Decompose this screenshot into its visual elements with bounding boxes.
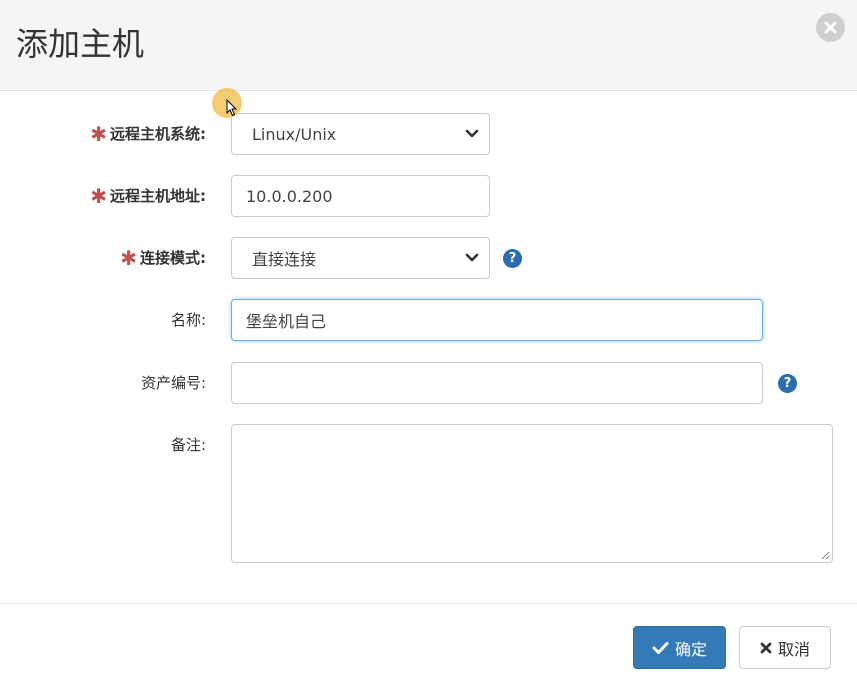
cancel-button-label: 取消	[777, 639, 810, 659]
resize-grip-icon[interactable]	[820, 550, 830, 560]
dialog-header: 添加主机	[0, 0, 857, 91]
connect-mode-select[interactable]: 直接连接	[231, 237, 490, 279]
name-label: 名称:	[170, 311, 206, 329]
asset-no-help-icon[interactable]: ?	[778, 374, 797, 393]
chevron-down-icon	[465, 253, 479, 262]
remark-label: 备注:	[170, 436, 206, 454]
close-icon	[824, 21, 837, 34]
required-mark: ✱	[90, 122, 107, 146]
required-mark: ✱	[120, 246, 137, 270]
asset-no-input[interactable]	[231, 362, 763, 404]
address-input-value: 10.0.0.200	[246, 186, 333, 206]
confirm-button-label: 确定	[674, 639, 707, 659]
os-label: ✱ 远程主机系统:	[90, 122, 206, 146]
os-select[interactable]: Linux/Unix	[231, 113, 490, 155]
connect-mode-help-icon[interactable]: ?	[503, 249, 522, 268]
cancel-button[interactable]: 取消	[739, 626, 831, 669]
name-input-value: 堡垒机自己	[246, 312, 327, 331]
remark-textarea[interactable]	[231, 424, 833, 563]
os-select-value: Linux/Unix	[252, 124, 337, 144]
name-input[interactable]: 堡垒机自己	[231, 299, 763, 341]
confirm-button[interactable]: 确定	[633, 626, 726, 669]
required-mark: ✱	[90, 184, 107, 208]
connect-mode-select-value: 直接连接	[252, 250, 317, 269]
check-icon	[652, 641, 669, 654]
asset-no-label: 资产编号:	[140, 374, 206, 392]
address-input[interactable]: 10.0.0.200	[231, 175, 490, 217]
dialog-title: 添加主机	[16, 25, 145, 63]
mouse-pointer-icon	[226, 99, 238, 117]
address-label: ✱ 远程主机地址:	[90, 184, 206, 208]
close-button[interactable]	[816, 13, 845, 42]
add-host-dialog: 添加主机 ✱ 远程主机系统: Linux/Unix ✱ 远程主机地址: 10.0.0…	[0, 0, 857, 697]
times-icon	[760, 642, 772, 653]
footer-divider	[0, 603, 857, 604]
connect-mode-label: ✱ 连接模式:	[120, 246, 206, 270]
chevron-down-icon	[465, 129, 479, 138]
